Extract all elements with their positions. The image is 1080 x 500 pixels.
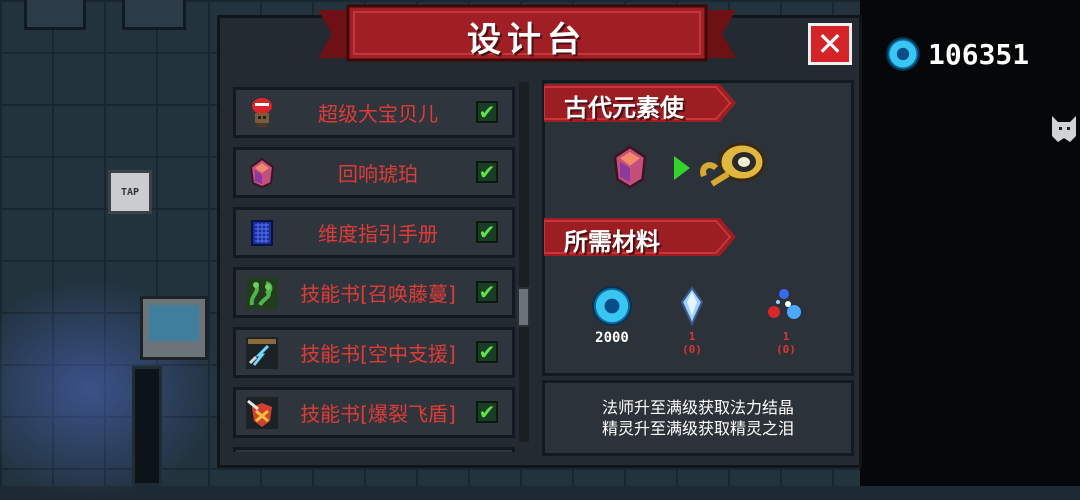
tap-sign-text: TAP (120, 186, 140, 198)
title-ribbon: 设计台 (318, 4, 736, 64)
magic-crystal-icon (680, 286, 704, 327)
check-icon: ✔ (476, 341, 498, 363)
ghost-cat-icon (1052, 116, 1076, 142)
list-item[interactable]: 回响琥珀 ✔ (233, 147, 515, 198)
materials-title: 所需材料 (564, 228, 660, 256)
target-ribbon: 古代元素使 (544, 84, 736, 122)
background-monitor (140, 296, 208, 360)
material-count: 1 (782, 330, 790, 343)
check-icon: ✔ (476, 161, 498, 183)
list-item[interactable]: 技能书[召唤藤蔓] ✔ (233, 267, 515, 318)
material-owned: (0) (682, 343, 702, 356)
list-item-label: 回响琥珀 (338, 162, 418, 186)
background-crate (122, 0, 186, 30)
page-title: 设计台 (467, 20, 587, 60)
material-elf-tears: 1 (0) (762, 286, 810, 356)
list-item[interactable] (233, 447, 515, 452)
list-item-label: 超级大宝贝儿 (318, 102, 438, 126)
arrow-right-icon (674, 156, 690, 180)
list-scrollbar[interactable] (519, 82, 529, 442)
material-magic-crystal: 1 (0) (672, 286, 712, 356)
material-owned: (0) (776, 343, 796, 356)
background-crate (24, 0, 86, 30)
material-count: 2000 (595, 330, 629, 346)
target-title: 古代元素使 (564, 94, 684, 122)
list-item-label: 技能书[爆裂飞盾] (300, 402, 456, 426)
ancient-elementalist-weapon-icon (700, 142, 766, 187)
check-icon: ✔ (476, 281, 498, 303)
blueprint-list[interactable]: 超级大宝贝儿 ✔ 回响琥珀 ✔ 维度指引手册 ✔ 技能书[召唤藤蔓] ✔ 技能书… (233, 82, 515, 452)
amber-gem-icon (249, 157, 275, 189)
elf-tears-icon (768, 289, 801, 319)
material-count: 1 (688, 330, 696, 343)
scrollbar-thumb[interactable] (517, 287, 530, 327)
amber-gem-icon (613, 145, 647, 189)
list-item[interactable]: 维度指引手册 ✔ (233, 207, 515, 258)
background-pillar (132, 366, 162, 486)
currency-display: 106351 (886, 37, 1030, 71)
close-icon: ✕ (816, 25, 844, 63)
red-helmet-robot-icon (252, 98, 272, 127)
flying-shield-skill-book-icon (246, 397, 278, 429)
blue-gem-coin-icon (886, 37, 920, 71)
check-icon: ✔ (476, 401, 498, 423)
list-item[interactable]: 超级大宝贝儿 ✔ (233, 87, 515, 138)
close-button[interactable]: ✕ (808, 23, 852, 65)
list-item[interactable]: 技能书[爆裂飞盾] ✔ (233, 387, 515, 438)
list-item-label: 技能书[空中支援] (300, 342, 456, 366)
vine-skill-book-icon (246, 277, 278, 309)
materials-ribbon: 所需材料 (544, 218, 736, 256)
background-dark-area (860, 0, 1080, 486)
blue-gem-coin-icon (592, 286, 632, 326)
check-icon: ✔ (476, 221, 498, 243)
check-icon: ✔ (476, 101, 498, 123)
tap-sign: TAP (108, 170, 152, 214)
blue-book-icon (251, 220, 273, 246)
description-line: 法师升至满级获取法力结晶 (601, 398, 794, 417)
list-item[interactable]: 技能书[空中支援] ✔ (233, 327, 515, 378)
air-support-skill-book-icon (246, 337, 278, 369)
list-item-label: 技能书[召唤藤蔓] (300, 282, 456, 306)
currency-value: 106351 (928, 37, 1030, 71)
description-line: 精灵升至满级获取精灵之泪 (601, 419, 794, 438)
material-gem-coin: 2000 (586, 286, 638, 346)
list-item-label: 维度指引手册 (318, 222, 438, 246)
unlock-description: 法师升至满级获取法力结晶 精灵升至满级获取精灵之泪 (542, 380, 854, 456)
